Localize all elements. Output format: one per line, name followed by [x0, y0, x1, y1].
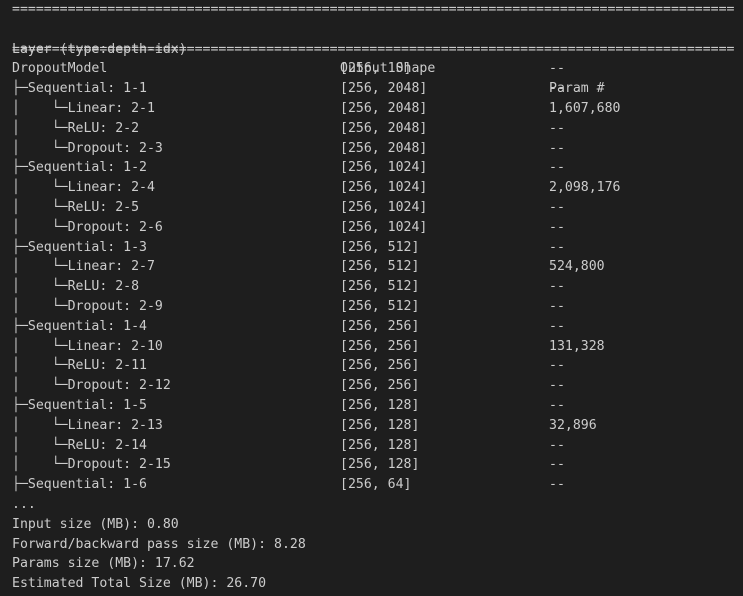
param-count: 131,328	[549, 338, 605, 354]
output-shape: [256, 2048]	[340, 81, 428, 97]
param-count: 2,098,176	[549, 180, 621, 196]
layer-name: ├─Sequential: 1-6	[12, 477, 147, 493]
param-count: --	[549, 378, 565, 394]
layer-name: │ └─Dropout: 2-15	[12, 457, 171, 473]
layer-name: │ └─ReLU: 2-11	[12, 358, 147, 374]
output-shape: [256, 1024]	[340, 219, 428, 235]
layer-name: │ └─Dropout: 2-3	[12, 140, 163, 156]
layer-name: │ └─ReLU: 2-8	[12, 279, 140, 295]
layer-name: │ └─Linear: 2-4	[12, 180, 155, 196]
output-shape: [256, 512]	[340, 239, 420, 255]
layer-name: │ └─ReLU: 2-2	[12, 120, 140, 136]
param-count: --	[549, 477, 565, 493]
output-shape: [256, 128]	[340, 417, 420, 433]
layer-name: ├─Sequential: 1-1	[12, 81, 147, 97]
output-shape: [256, 128]	[340, 398, 420, 413]
output-shape: [256, 10]	[340, 61, 412, 77]
layer-name: │ └─Linear: 2-1	[12, 101, 155, 116]
layer-name: │ └─Dropout: 2-6	[12, 219, 163, 235]
table-header-row: Layer (type:depth-idx) Output Shape Para…	[12, 20, 605, 97]
truncation-ellipsis: ...	[12, 497, 36, 512]
layer-name: │ └─ReLU: 2-5	[12, 200, 140, 215]
output-shape: [256, 1024]	[340, 200, 428, 215]
summary-input-size: Input size (MB): 0.80	[12, 516, 179, 532]
param-count: --	[549, 437, 565, 453]
param-count: --	[549, 160, 565, 176]
output-shape: [256, 512]	[340, 259, 420, 275]
layer-name: DropoutModel	[12, 61, 108, 77]
param-count: 32,896	[549, 417, 597, 433]
param-count: --	[549, 219, 565, 235]
summary-total-size: Estimated Total Size (MB): 26.70	[12, 576, 267, 592]
layer-name: ├─Sequential: 1-2	[12, 160, 147, 176]
output-shape: [256, 1024]	[340, 180, 428, 196]
param-count: --	[549, 318, 565, 334]
summary-params-size: Params size (MB): 17.62	[12, 556, 195, 572]
output-shape: [256, 256]	[340, 338, 420, 354]
layer-name: │ └─Dropout: 2-9	[12, 299, 163, 314]
param-count: --	[549, 457, 565, 473]
param-count: --	[549, 358, 565, 374]
param-count: --	[549, 120, 565, 136]
param-count: --	[549, 398, 565, 413]
layer-name: │ └─Linear: 2-13	[12, 417, 163, 433]
summary-pass-size: Forward/backward pass size (MB): 8.28	[12, 536, 306, 552]
param-count: 524,800	[549, 259, 605, 275]
layer-name: ├─Sequential: 1-4	[12, 318, 147, 334]
layer-name: ├─Sequential: 1-3	[12, 239, 147, 255]
output-shape: [256, 256]	[340, 378, 420, 394]
param-count: --	[549, 299, 565, 314]
param-count: --	[549, 200, 565, 215]
layer-name: │ └─Dropout: 2-12	[12, 378, 171, 394]
layer-name: ├─Sequential: 1-5	[12, 398, 147, 413]
output-shape: [256, 64]	[340, 477, 412, 493]
layer-name: │ └─ReLU: 2-14	[12, 437, 147, 453]
param-count: --	[549, 81, 565, 97]
output-shape: [256, 512]	[340, 299, 420, 314]
terminal-output: ========================================…	[0, 0, 743, 596]
output-shape: [256, 2048]	[340, 140, 428, 156]
output-shape: [256, 256]	[340, 358, 420, 374]
output-shape: [256, 128]	[340, 457, 420, 473]
rule-line-top: ========================================…	[12, 2, 734, 17]
param-count: --	[549, 239, 565, 255]
layer-name: │ └─Linear: 2-10	[12, 338, 163, 354]
output-shape: [256, 2048]	[340, 120, 428, 136]
layer-name: │ └─Linear: 2-7	[12, 259, 155, 275]
output-shape: [256, 512]	[340, 279, 420, 295]
rule-line-header: ========================================…	[12, 41, 734, 57]
output-shape: [256, 2048]	[340, 101, 428, 116]
param-count: 1,607,680	[549, 101, 621, 116]
output-shape: [256, 1024]	[340, 160, 428, 176]
output-shape: [256, 256]	[340, 318, 420, 334]
output-shape: [256, 128]	[340, 437, 420, 453]
param-count: --	[549, 61, 565, 77]
param-count: --	[549, 140, 565, 156]
param-count: --	[549, 279, 565, 295]
